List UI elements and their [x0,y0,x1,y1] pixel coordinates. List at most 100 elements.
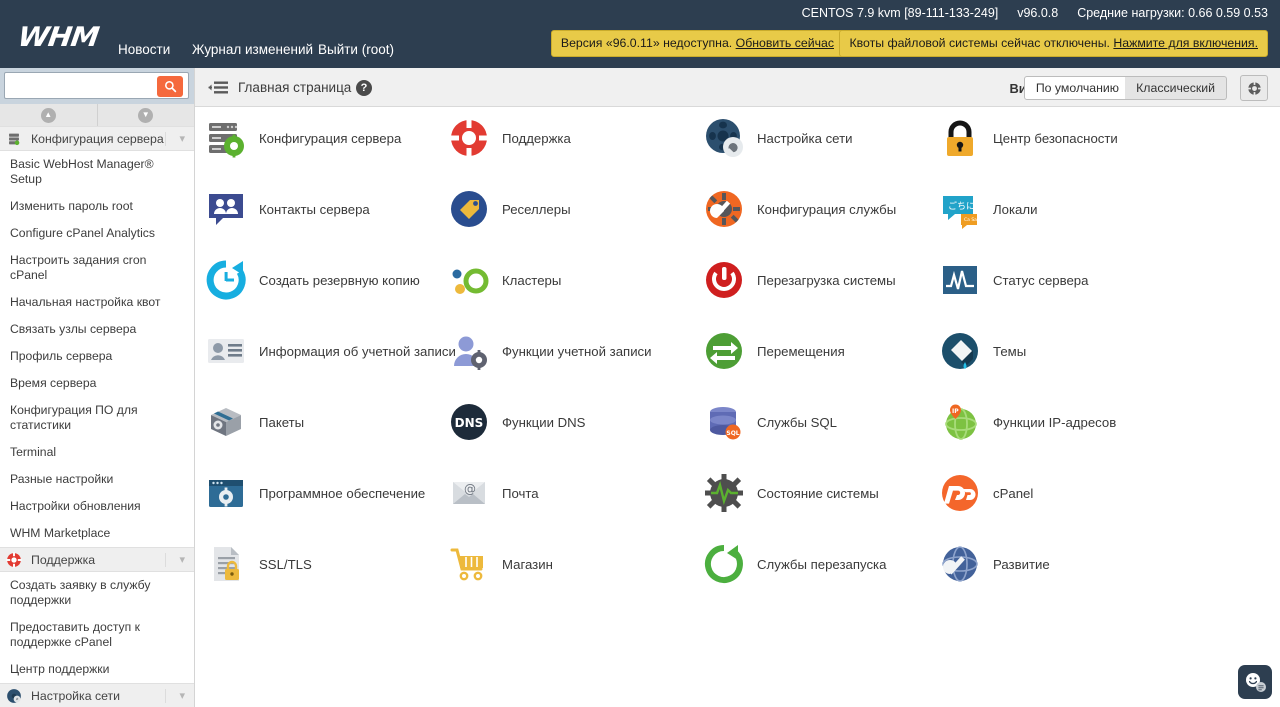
grid-item[interactable]: Перезагрузка системы [703,259,896,301]
sidebar-group-support[interactable]: Поддержка ▾ [0,547,194,572]
grid-item[interactable]: IP Функции IP-адресов [939,401,1116,443]
grid-item[interactable]: Настройка сети [703,117,852,159]
contacts-icon [205,188,247,230]
cluster-icon [448,259,490,301]
padlock-icon [939,117,981,159]
sidebar-item[interactable]: Basic WebHost Manager® Setup [0,151,194,193]
search-button[interactable] [157,76,183,97]
sidebar-item[interactable]: Изменить пароль root [0,193,194,220]
sidebar-item[interactable]: Связать узлы сервера [0,316,194,343]
grid-item[interactable]: Функции учетной записи [448,330,652,372]
main-toolbar: Главная страница ? Вид: По умолчанию Кла… [195,68,1280,107]
software-window-icon [205,472,247,514]
server-config-icon [205,117,247,159]
grid-item[interactable]: Магазин [448,543,553,585]
svg-text:Ca Sau: Ca Sau [964,217,980,223]
server-icon [6,131,22,147]
sidebar-item[interactable]: Начальная настройка квот [0,289,194,316]
chevron-down-icon[interactable]: ▾ [179,689,185,702]
grid-item[interactable]: Информация об учетной записи [205,330,456,372]
sidebar-group-networking-setup[interactable]: Настройка сети ▾ [0,683,194,707]
view-default-button[interactable]: По умолчанию [1023,76,1131,100]
sidebar-item[interactable]: Профиль сервера [0,343,194,370]
grid-item[interactable]: Контакты сервера [205,188,370,230]
collapse-all-button[interactable]: ▲ [0,104,98,126]
grid-item-label: Центр безопасности [993,130,1118,146]
account-card-icon [205,330,247,372]
nav-changelog[interactable]: Журнал изменений [192,42,313,57]
sidebar-item[interactable]: Создать заявку в службу поддержки [0,572,194,614]
grid-item-label: Настройка сети [757,130,853,146]
expand-collapse-row: ▲ ▼ [0,104,194,126]
sidebar-group-label: Конфигурация сервера [31,131,164,146]
chat-widget-button[interactable] [1238,665,1272,699]
grid-item[interactable]: Центр безопасности [939,117,1118,159]
grid-item-label: cPanel [993,485,1034,501]
grid-item[interactable]: SSL/TLS [205,543,312,585]
grid-item[interactable]: Перемещения [703,330,845,372]
chevron-down-icon[interactable]: ▾ [179,132,185,145]
sidebar-item[interactable]: Настроить задания cron cPanel [0,247,194,289]
grid-item[interactable]: Развитие [939,543,1050,585]
grid-item[interactable]: Конфигурация сервера [205,117,401,159]
grid-item[interactable]: Реселлеры [448,188,571,230]
grid-item[interactable]: Программное обеспечение [205,472,425,514]
grid-item[interactable]: DNS Функции DNS [448,401,585,443]
package-box-icon [205,401,247,443]
sidebar-group-server-configuration[interactable]: Конфигурация сервера ▾ [0,126,194,151]
grid-item[interactable]: Кластеры [448,259,561,301]
svg-text:IP: IP [952,408,959,415]
sidebar-item[interactable]: Время сервера [0,370,194,397]
grid-item-label: Реселлеры [502,201,571,217]
smiley-chat-icon [1246,673,1266,692]
grid-item-label: Конфигурация сервера [259,130,402,146]
sidebar: ▲ ▼ Конфигурация сервера ▾ Basic WebHost M… [0,68,195,707]
chevron-down-icon[interactable]: ▾ [179,553,185,566]
envelope-at-icon: @ [448,472,490,514]
grid-item-label: Состояние системы [757,485,879,501]
sidebar-item[interactable]: Настройки обновления [0,493,194,520]
sidebar-search [0,68,194,104]
grid-item[interactable]: SQL Службы SQL [703,401,837,443]
grid-item[interactable]: Создать резервную копию [205,259,420,301]
sidebar-item[interactable]: WHM Marketplace [0,520,194,547]
enable-quota-link[interactable]: Нажмите для включения. [1113,36,1258,50]
grid-item[interactable]: Пакеты [205,401,304,443]
grid-item[interactable]: Статус сервера [939,259,1088,301]
version-warning-banner[interactable]: Версия «96.0.11» недоступна. Обновить се… [550,30,844,57]
grid-item[interactable]: Поддержка [448,117,571,159]
breadcrumb: Главная страница [238,80,352,95]
divider [165,553,166,567]
sidebar-item[interactable]: Configure cPanel Analytics [0,220,194,247]
sidebar-group-label: Настройка сети [31,688,121,703]
reset-button[interactable] [1240,75,1268,101]
grid-item[interactable]: @ Почта [448,472,539,514]
grid-item-label: Статус сервера [993,272,1089,288]
development-globe-icon [939,543,981,585]
nav-news[interactable]: Новости [118,42,170,57]
transfer-arrows-icon [703,330,745,372]
sidebar-item[interactable]: Разные настройки [0,466,194,493]
sidebar-item[interactable]: Terminal [0,439,194,466]
sidebar-item[interactable]: Конфигурация ПО для статистики [0,397,194,439]
grid-item[interactable]: cPanel [939,472,1033,514]
nav-logout[interactable]: Выйти (root) [318,42,394,57]
grid-item[interactable]: Службы перезапуска [703,543,886,585]
cpanel-icon [939,472,981,514]
sidebar-item[interactable]: Центр поддержки [0,656,194,683]
help-icon[interactable]: ? [356,80,372,96]
expand-all-button[interactable]: ▼ [98,104,195,126]
reset-icon [1247,81,1261,95]
grid-item-label: Перемещения [757,343,845,359]
grid-item[interactable]: Конфигурация службы [703,188,896,230]
update-now-link[interactable]: Обновить сейчас [736,36,834,50]
hamburger-icon[interactable] [207,79,229,96]
grid-item[interactable]: ごちに Ca Sau Локали [939,188,1037,230]
quota-warning-banner[interactable]: Квоты файловой системы сейчас отключены.… [839,30,1268,57]
grid-item[interactable]: Состояние системы [703,472,879,514]
grid-item-label: Кластеры [502,272,562,288]
view-classic-button[interactable]: Классический [1125,76,1227,100]
sidebar-item[interactable]: Предоставить доступ к поддержке cPanel [0,614,194,656]
grid-item[interactable]: Темы [939,330,1026,372]
grid-item-label: Контакты сервера [259,201,370,217]
